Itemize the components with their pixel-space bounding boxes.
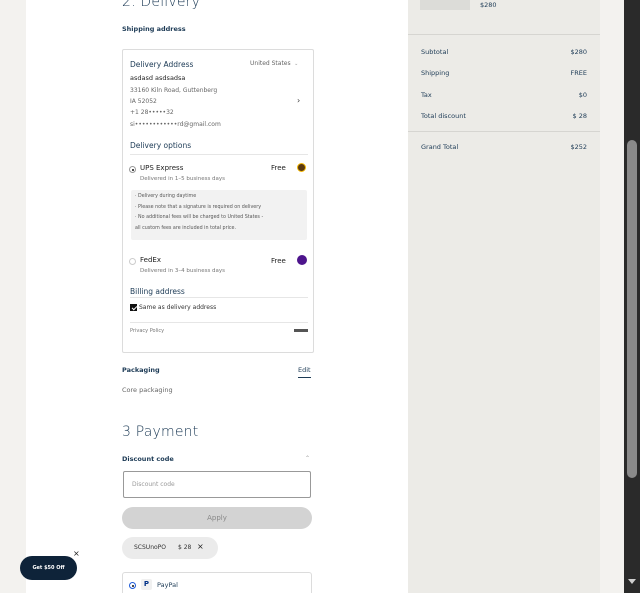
summary-label: Total discount bbox=[421, 112, 466, 120]
country-select[interactable]: United States ⌄ bbox=[250, 60, 298, 67]
vertical-scrollbar[interactable] bbox=[624, 0, 640, 593]
paypal-radio[interactable] bbox=[129, 582, 136, 589]
option-price: Free bbox=[271, 257, 286, 265]
billing-same-label: Same as delivery address bbox=[139, 304, 217, 311]
summary-value: $0 bbox=[578, 91, 587, 99]
chevron-up-icon[interactable]: ⌃ bbox=[305, 455, 310, 462]
product-thumbnail bbox=[420, 0, 470, 10]
ups-icon bbox=[297, 163, 306, 172]
fedex-icon bbox=[297, 255, 307, 265]
address-region: IA 52052 bbox=[130, 98, 157, 105]
summary-row-discount: Total discount $ 28 bbox=[421, 112, 587, 120]
applied-amount: $ 28 bbox=[178, 544, 192, 551]
packaging-edit-link[interactable]: Edit bbox=[298, 366, 311, 378]
discount-placeholder: Discount code bbox=[132, 481, 175, 488]
promo-close-icon[interactable]: × bbox=[73, 549, 80, 558]
delivery-option-fedex[interactable]: FedEx Delivered in 3–4 business days Fre… bbox=[123, 252, 313, 280]
payment-method-paypal[interactable]: P PayPal bbox=[122, 572, 312, 593]
country-value: United States bbox=[250, 60, 291, 67]
summary-label: Shipping bbox=[421, 69, 450, 77]
delivery-card: Delivery Address United States ⌄ asdasd … bbox=[122, 49, 314, 353]
info-line: · Delivery during daytime bbox=[135, 194, 197, 199]
option-eta: Delivered in 1–5 business days bbox=[140, 176, 226, 182]
product-price: $280 bbox=[480, 1, 497, 9]
chevron-right-icon[interactable]: › bbox=[297, 96, 300, 105]
discount-code-input[interactable]: Discount code bbox=[123, 471, 311, 498]
paypal-label: PayPal bbox=[157, 581, 178, 589]
summary-row-subtotal: Subtotal $280 bbox=[421, 48, 587, 56]
right-gutter bbox=[600, 0, 624, 593]
delivery-options-title: Delivery options bbox=[130, 141, 192, 150]
summary-row-tax: Tax $0 bbox=[421, 91, 587, 99]
scroll-down-arrow-icon[interactable] bbox=[628, 579, 636, 584]
grand-total-value: $252 bbox=[570, 143, 587, 151]
payment-provider-logo bbox=[294, 329, 308, 332]
fedex-radio[interactable] bbox=[129, 258, 136, 265]
divider bbox=[130, 297, 308, 298]
billing-address-title: Billing address bbox=[130, 287, 185, 296]
info-line: · No additional fees will be charged to … bbox=[135, 215, 264, 220]
shipping-address-label: Shipping address bbox=[122, 25, 186, 33]
scrollbar-thumb[interactable] bbox=[627, 140, 637, 478]
delivery-option-ups[interactable]: UPS Express Delivered in 1–5 business da… bbox=[123, 158, 313, 186]
discount-code-label: Discount code bbox=[122, 455, 174, 463]
address-street: 33160 Kiln Road, Guttenberg bbox=[130, 87, 218, 94]
divider bbox=[130, 322, 308, 323]
grand-total-label: Grand Total bbox=[421, 143, 459, 151]
promo-button[interactable]: Get $50 Off bbox=[20, 556, 77, 580]
divider bbox=[408, 34, 600, 35]
payment-heading: 3 Payment bbox=[122, 424, 199, 440]
delivery-heading: 2. Delivery bbox=[122, 0, 201, 10]
packaging-value: Core packaging bbox=[122, 386, 173, 394]
summary-value: $ 28 bbox=[572, 112, 587, 120]
summary-value: FREE bbox=[570, 69, 587, 77]
summary-value: $280 bbox=[570, 48, 587, 56]
address-email: si••••••••••••rd@gmail.com bbox=[130, 121, 221, 128]
applied-discount-chip: SCSUnoPO $ 28 × bbox=[122, 537, 218, 559]
packaging-label: Packaging bbox=[122, 366, 160, 374]
billing-same-checkbox[interactable] bbox=[130, 304, 137, 311]
delivery-address-title: Delivery Address bbox=[130, 60, 194, 69]
remove-discount-icon[interactable]: × bbox=[197, 542, 204, 551]
option-name: UPS Express bbox=[140, 164, 184, 172]
summary-row-grand-total: Grand Total $252 bbox=[421, 143, 587, 151]
order-summary: $280 Subtotal $280 Shipping FREE Tax $0 … bbox=[408, 0, 600, 593]
summary-label: Subtotal bbox=[421, 48, 449, 56]
chevron-down-icon: ⌄ bbox=[292, 61, 299, 67]
address-name: asdasd asdsadsa bbox=[130, 74, 186, 82]
option-eta: Delivered in 3–4 business days bbox=[140, 268, 226, 274]
divider bbox=[130, 154, 308, 155]
info-line: all custom fees are included in total pr… bbox=[135, 225, 237, 231]
left-gutter bbox=[0, 0, 26, 593]
option-price: Free bbox=[271, 164, 286, 172]
summary-label: Tax bbox=[421, 91, 432, 99]
ups-radio[interactable] bbox=[129, 166, 136, 173]
paypal-icon: P bbox=[141, 579, 152, 590]
apply-button[interactable]: Apply bbox=[122, 507, 312, 529]
privacy-policy-link[interactable]: Privacy Policy bbox=[130, 328, 164, 334]
divider bbox=[408, 131, 600, 132]
applied-code: SCSUnoPO bbox=[134, 544, 167, 551]
summary-row-shipping: Shipping FREE bbox=[421, 69, 587, 77]
delivery-info-box: · Delivery during daytime · Please note … bbox=[131, 190, 307, 240]
info-line: · Please note that a signature is requir… bbox=[135, 204, 262, 210]
address-phone: +1 28•••••32 bbox=[130, 109, 174, 116]
checkout-main: 2. Delivery Shipping address Delivery Ad… bbox=[26, 0, 408, 593]
option-name: FedEx bbox=[140, 256, 161, 264]
